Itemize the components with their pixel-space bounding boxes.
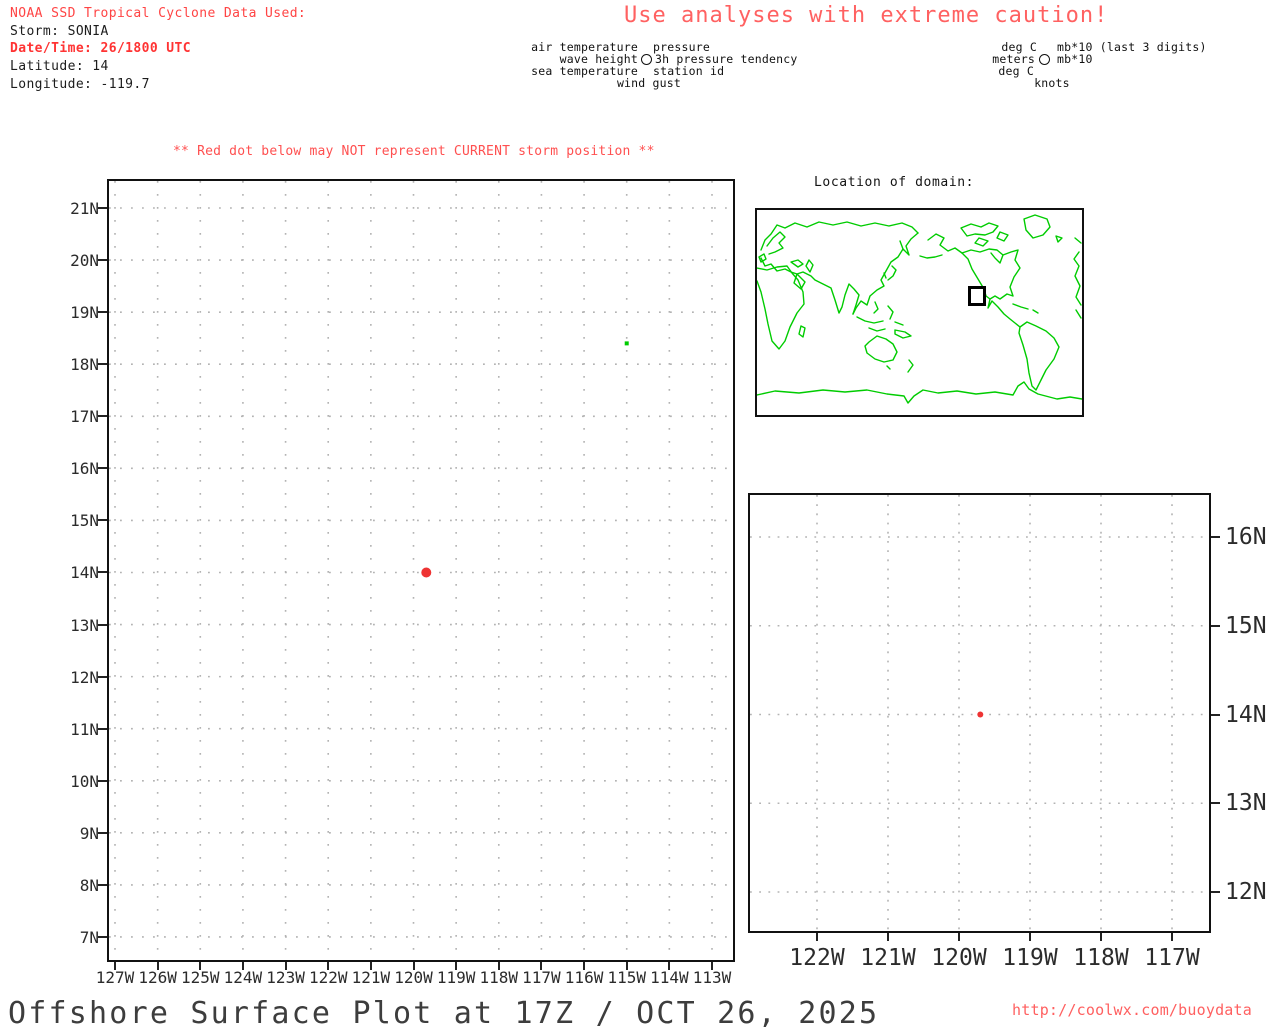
lat-tick-label: 15N — [1225, 612, 1267, 639]
station-mark-green — [624, 341, 629, 346]
lat-tick-label: 13N — [70, 615, 99, 635]
lon-tick — [1100, 933, 1102, 941]
lat-tick — [98, 519, 107, 522]
lon-tick — [887, 933, 889, 941]
lat-tick-label: 14N — [70, 563, 99, 583]
lat-tick-label: 19N — [70, 303, 99, 323]
units-knots: knots — [1034, 76, 1070, 90]
lat-tick — [1211, 536, 1220, 538]
lon-tick-label: 119W — [1002, 945, 1058, 971]
station-circle-icon — [641, 54, 652, 65]
lat-tick — [98, 779, 107, 782]
lon-tick-label: 122W — [789, 945, 845, 971]
lon-tick-label: 117W — [1144, 945, 1200, 971]
noaa-source-line: NOAA SSD Tropical Cyclone Data Used: — [10, 6, 307, 21]
lon-tick — [958, 933, 960, 941]
lat-tick — [98, 675, 107, 678]
lat-tick-label: 9N — [79, 823, 99, 843]
storm-latitude-line: Latitude: 14 — [10, 59, 109, 74]
lat-tick — [98, 415, 107, 418]
zoom-surface-plot: 16N 15N 14N 13N 12N 122W 121W 120W 119W 118W 117W — [748, 493, 1267, 971]
lat-tick-label: 13N — [1225, 790, 1267, 817]
lat-tick-label: 11N — [70, 719, 99, 739]
lat-tick-label: 14N — [1225, 701, 1267, 728]
plot-title: Offshore Surface Plot at 17Z / OCT 26, 2… — [8, 996, 880, 1031]
lon-tick-label: 113W — [692, 968, 732, 987]
storm-position-dot — [421, 567, 432, 578]
main-surface-plot: 21N 20N 19N 18N 17N 16N 15N 14N 13N 12N 11N 10N 9N 8N… — [70, 179, 735, 987]
lat-tick-label: 10N — [70, 771, 99, 791]
lat-tick-label: 16N — [70, 459, 99, 479]
buoydata-url-link[interactable]: http://coolwx.com/buoydata — [1012, 1001, 1252, 1019]
world-map — [755, 208, 1084, 417]
storm-longitude-line: Longitude: -119.7 — [10, 77, 150, 92]
lat-tick-label: 12N — [1225, 879, 1267, 905]
storm-datetime-line: Date/Time: 26/1800 UTC — [10, 41, 191, 56]
units-circle-icon — [1039, 54, 1050, 65]
domain-map-title: Location of domain: — [814, 175, 975, 190]
lat-tick-label: 12N — [70, 667, 99, 687]
storm-name-line: Storm: SONIA — [10, 24, 109, 39]
storm-position-dot — [977, 711, 984, 718]
lat-tick-label: 8N — [79, 875, 99, 895]
lat-tick-label: 17N — [70, 407, 99, 427]
lat-tick — [1211, 713, 1220, 716]
lon-tick-label: 118W — [1073, 945, 1129, 971]
lat-tick — [98, 259, 107, 262]
lat-tick — [98, 467, 107, 470]
lat-tick-label: 16N — [1225, 524, 1267, 550]
lat-tick — [98, 831, 107, 834]
main-surface-plot-canvas — [109, 181, 733, 960]
lat-tick — [98, 311, 107, 314]
lat-tick — [1211, 891, 1220, 893]
lat-tick — [1211, 624, 1220, 627]
lon-tick-label: 121W — [860, 945, 916, 971]
domain-box — [968, 286, 986, 306]
world-coastlines — [756, 214, 1083, 404]
lat-tick — [98, 571, 107, 574]
lat-tick-label: 20N — [70, 251, 99, 271]
lat-tick — [98, 883, 107, 886]
lat-tick — [98, 363, 107, 366]
lat-tick-label: 18N — [70, 355, 99, 375]
lat-tick — [98, 727, 107, 730]
lat-tick-label: 7N — [79, 927, 99, 947]
zoom-surface-plot-canvas — [750, 495, 1209, 931]
legend-wind-gust: wind gust — [616, 76, 682, 90]
lon-tick — [1171, 933, 1173, 941]
lat-tick — [98, 935, 107, 938]
lat-tick — [98, 207, 107, 209]
storm-position-warning: ** Red dot below may NOT represent CURRE… — [173, 144, 655, 159]
lat-tick-label: 15N — [70, 511, 99, 531]
lon-tick-label: 120W — [931, 945, 987, 971]
caution-banner: Use analyses with extreme caution! — [624, 3, 1109, 28]
lat-tick-label: 21N — [70, 199, 99, 218]
lat-tick — [1211, 802, 1220, 805]
units-mb10: mb*10 — [1057, 52, 1093, 66]
lon-tick — [1029, 933, 1031, 941]
lat-tick — [98, 623, 107, 626]
lon-tick — [816, 933, 818, 941]
